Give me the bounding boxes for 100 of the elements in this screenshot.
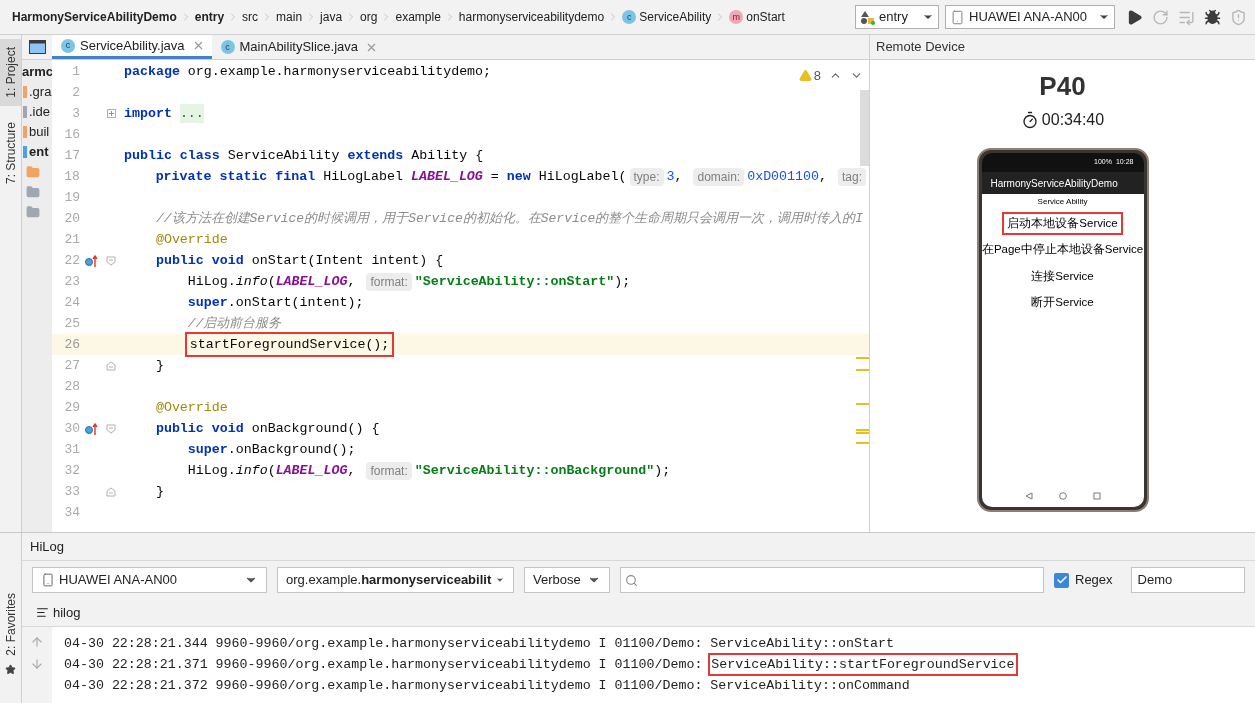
tree-item[interactable]: .ide xyxy=(29,102,50,122)
breadcrumb-item[interactable]: harmonyserviceabilitydemo xyxy=(458,8,605,26)
log-message: ServiceAbility::onStart xyxy=(710,634,894,653)
level-dropdown[interactable]: Verbose xyxy=(524,567,610,593)
close-icon[interactable] xyxy=(193,41,203,50)
warning-icon[interactable] xyxy=(798,69,812,83)
line-number: 24 xyxy=(64,295,80,311)
folder-icon xyxy=(26,185,40,199)
fold-icon[interactable] xyxy=(106,486,116,497)
log-message: ServiceAbility::startForegroundService xyxy=(710,654,1016,675)
warning-stripe xyxy=(856,357,869,359)
back-icon[interactable] xyxy=(1024,492,1033,500)
line-number: 25 xyxy=(64,316,80,332)
expand-icon[interactable] xyxy=(106,109,116,118)
home-icon[interactable] xyxy=(1058,492,1067,500)
breadcrumb-item[interactable]: src xyxy=(242,8,259,26)
line-number: 19 xyxy=(64,190,80,206)
fold-icon[interactable] xyxy=(106,360,116,371)
keyword: super xyxy=(187,440,228,459)
app-button[interactable]: 断开Service xyxy=(1028,292,1097,312)
line-number: 27 xyxy=(64,358,80,374)
number-literal: 0xD001100 xyxy=(747,167,819,186)
regex-checkbox[interactable] xyxy=(1054,572,1069,588)
up-arrow-icon[interactable] xyxy=(30,635,44,649)
keyword: new xyxy=(506,167,531,186)
line-number: 1 xyxy=(72,64,80,80)
method-name: info xyxy=(235,461,268,480)
fold-icon[interactable] xyxy=(106,255,116,266)
search-field[interactable] xyxy=(620,567,1044,593)
code-text: } xyxy=(155,482,164,501)
code-text: onStart(Intent intent) { xyxy=(251,251,444,270)
breadcrumb-item[interactable]: org xyxy=(360,8,378,26)
device-dropdown[interactable]: HUAWEI ANA-AN00 xyxy=(945,5,1115,29)
panel-title: Remote Device xyxy=(876,38,965,57)
breadcrumb-item[interactable]: onStart xyxy=(746,8,785,26)
breadcrumb-item[interactable]: HarmonyServiceAbilityDemo xyxy=(12,8,177,26)
code-text: ( xyxy=(267,272,276,291)
tree-item[interactable]: .gra xyxy=(29,82,52,102)
device-dropdown[interactable]: HUAWEI ANA-AN00 xyxy=(32,567,267,593)
app-button[interactable]: 在Page中停止本地设备Service xyxy=(981,240,1144,260)
fold-icon[interactable] xyxy=(106,423,116,434)
down-arrow-icon[interactable] xyxy=(30,657,44,671)
code-text: org.example.harmonyserviceabilitydemo; xyxy=(187,62,492,81)
file-icon xyxy=(23,126,27,138)
code-text: = xyxy=(490,167,500,186)
side-tab[interactable]: 7: Structure xyxy=(0,113,21,192)
filter-field[interactable]: Demo xyxy=(1130,567,1245,593)
keyword: public class xyxy=(124,146,220,165)
log-prefix: 04-30 22:28:21.372 9960-9960/org.example.harmonyserviceabilitydemo I 01100/Demo: xyxy=(64,676,703,695)
override-icon[interactable] xyxy=(84,253,98,268)
checkbox-label: Regex xyxy=(1075,571,1113,590)
breadcrumb-item[interactable]: java xyxy=(320,8,343,26)
code-text: .onStart(intent); xyxy=(227,293,364,312)
code-text: HiLogLabel xyxy=(323,167,404,186)
run-config-dropdown[interactable]: entry xyxy=(855,5,939,29)
log-tab[interactable]: hilog xyxy=(53,602,81,623)
tree-item[interactable]: armc xyxy=(22,62,52,82)
code-text: ( xyxy=(267,461,276,480)
keyword: public void xyxy=(155,251,244,270)
breadcrumb-item[interactable]: ServiceAbility xyxy=(639,8,712,26)
number-literal: 3 xyxy=(666,167,675,186)
breadcrumb-item[interactable]: example xyxy=(395,8,441,26)
code-text: ServiceAbility xyxy=(227,146,341,165)
log-prefix: 04-30 22:28:21.344 9960-9960/org.example.harmonyserviceabilitydemo I 01100/Demo: xyxy=(64,634,703,653)
tree-item[interactable]: buil xyxy=(29,122,50,142)
warning-count[interactable]: 8 xyxy=(813,66,821,86)
warning-stripe xyxy=(856,403,869,405)
file-icon xyxy=(23,86,27,98)
override-icon[interactable] xyxy=(84,421,98,436)
tree-item[interactable]: ent xyxy=(29,142,49,162)
close-icon[interactable] xyxy=(367,42,377,52)
editor-tab[interactable]: c MainAbilitySlice.java xyxy=(211,35,386,59)
package-dropdown[interactable]: org.example.harmonyserviceabilit xyxy=(277,567,514,593)
side-tab[interactable]: 1: Project xyxy=(0,39,21,106)
line-number: 3 xyxy=(72,106,80,122)
class-icon: c xyxy=(61,38,75,53)
code-text: HiLog. xyxy=(187,461,236,480)
recents-icon[interactable] xyxy=(1092,492,1101,500)
line-number: 23 xyxy=(64,274,80,290)
app-button[interactable]: 连接Service xyxy=(1028,266,1097,286)
code-text: ); xyxy=(654,461,671,480)
keyword: extends xyxy=(347,146,404,165)
scrollbar-thumb[interactable] xyxy=(860,90,869,166)
parameter-hint: tag: xyxy=(837,167,866,186)
breadcrumb-item[interactable]: entry xyxy=(194,8,225,26)
code-text: ); xyxy=(614,272,631,291)
class-icon: c xyxy=(220,40,235,54)
search-icon xyxy=(625,573,638,587)
line-number: 20 xyxy=(64,211,80,227)
constant-name: LABEL_LOG xyxy=(275,461,348,480)
method-name: info xyxy=(235,272,268,291)
editor-tab[interactable]: c ServiceAbility.java xyxy=(52,35,212,59)
code-text: , xyxy=(347,272,357,291)
keyword: private static final xyxy=(155,167,316,186)
line-number: 18 xyxy=(64,169,80,185)
app-button[interactable]: 启动本地设备Service xyxy=(1004,214,1121,234)
breadcrumb-item[interactable]: main xyxy=(276,8,303,26)
string-literal: "ServiceAbility::onStart" xyxy=(414,272,615,291)
window-icon[interactable] xyxy=(28,40,46,54)
phone-icon xyxy=(950,9,965,25)
